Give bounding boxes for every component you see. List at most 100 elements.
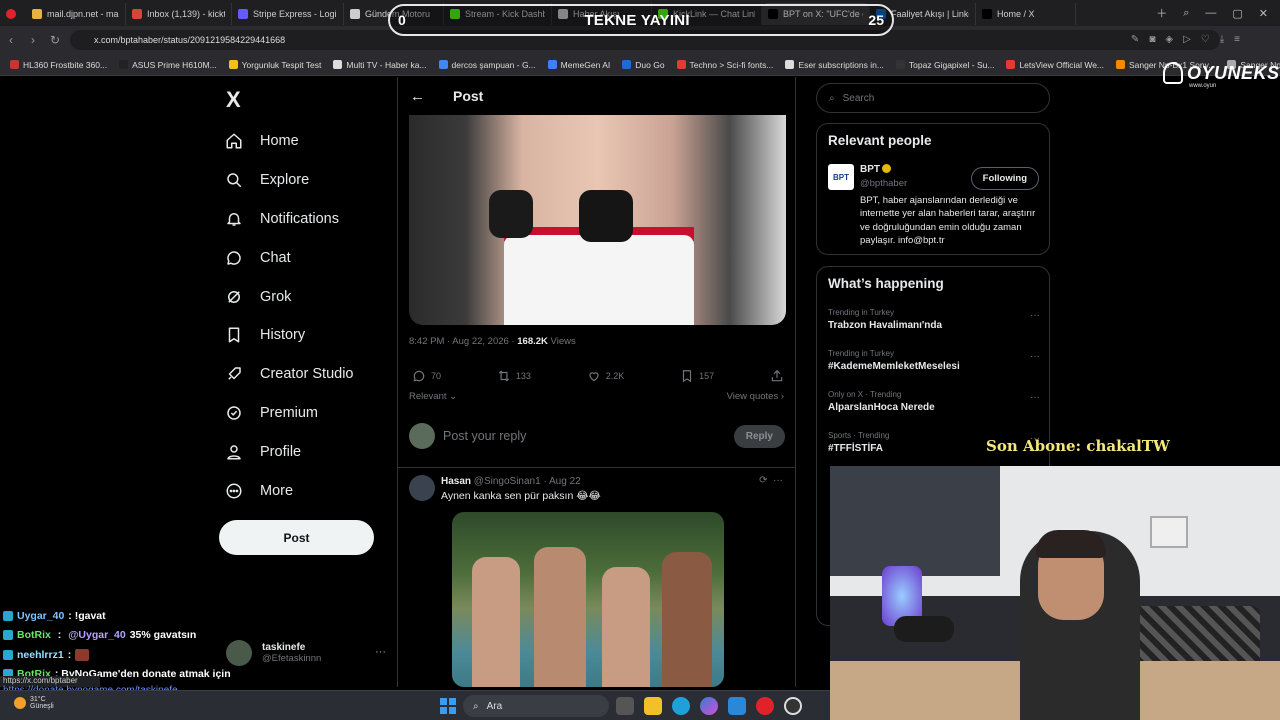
reply-input[interactable]: Post your reply — [443, 429, 726, 443]
person-bio: BPT, haber ajanslarından derlediği ve in… — [860, 195, 1036, 247]
taskbar-search[interactable]: ⌕ Ara — [463, 695, 609, 717]
weather-widget[interactable]: 31°C Güneşli — [14, 696, 54, 710]
windows-start-icon[interactable] — [440, 698, 456, 714]
bookmark-item[interactable]: Topaz Gigapixel - Su... — [892, 60, 999, 70]
nav-item-premium[interactable]: Premium — [224, 394, 354, 433]
more-dots-icon[interactable]: ··· — [1030, 392, 1040, 403]
close-window-button[interactable]: ✕ — [1259, 7, 1268, 20]
search-tabs-icon[interactable]: ⌕ — [1183, 7, 1189, 20]
nav-item-home[interactable]: Home — [224, 122, 354, 161]
glove-left — [489, 190, 533, 238]
bookmark-favicon-icon — [1116, 60, 1126, 69]
opera-icon[interactable] — [756, 697, 774, 715]
more-dots-icon[interactable]: ··· — [1030, 351, 1040, 362]
heart-icon[interactable]: ♡ — [1201, 34, 1210, 45]
bookmark-item[interactable]: Multi TV - Haber ka... — [329, 60, 430, 70]
nav-item-explore[interactable]: Explore — [224, 161, 354, 200]
card-title: What’s happening — [828, 276, 944, 291]
menu-icon[interactable]: ≡ — [1234, 34, 1240, 45]
nav-item-label: History — [260, 327, 306, 344]
bookmark-item[interactable]: HL360 Frostbite 360... — [6, 60, 111, 70]
bookmark-item[interactable]: Duo Go — [618, 60, 668, 70]
repost-action[interactable]: 133 — [497, 369, 531, 383]
bookmark-item[interactable]: Yorgunluk Tespit Test — [225, 60, 326, 70]
reply-action[interactable]: 70 — [412, 369, 441, 383]
reply-button[interactable]: Reply — [733, 424, 785, 448]
bookmark-action[interactable]: 157 — [680, 369, 714, 383]
nav-item-chat[interactable]: Chat — [224, 238, 354, 277]
camera-icon[interactable]: ◙ — [1149, 34, 1155, 45]
brand-name: OYUNEKS — [1187, 62, 1280, 83]
streamer-hair — [1036, 530, 1106, 558]
x-logo[interactable]: X — [226, 87, 241, 113]
trend-item[interactable]: Trending in Turkey #KademeMemleketMeseles… — [828, 349, 1040, 372]
divider — [398, 467, 796, 468]
nav-item-more[interactable]: More — [224, 471, 354, 510]
post-button[interactable]: Post — [219, 520, 374, 555]
download-icon[interactable]: ⤓ — [1220, 34, 1224, 45]
bookmark-item[interactable]: MemeGen AI — [544, 60, 615, 70]
bookmark-item[interactable]: Eser subscriptions in... — [781, 60, 888, 70]
following-button[interactable]: Following — [970, 167, 1039, 190]
post-media-image[interactable] — [409, 115, 786, 325]
trend-item[interactable]: Only on X · Trending AlparslanHoca Nerede… — [828, 390, 1040, 413]
file-explorer-icon[interactable] — [644, 697, 662, 715]
reply-options[interactable]: ⟳ ··· — [759, 475, 783, 486]
search-input[interactable]: ⌕ Search — [816, 83, 1050, 113]
bookmark-item[interactable]: ASUS Prime H610M... — [115, 60, 221, 70]
new-tab-plus-icon[interactable]: ＋ — [1156, 5, 1167, 21]
nav-item-profile[interactable]: Profile — [224, 432, 354, 471]
bookmark-item[interactable]: LetsView Official We... — [1002, 60, 1108, 70]
chat-message: BotRix : @Uygar_40 35% gavatsın — [0, 626, 400, 646]
reply-media-image[interactable] — [452, 512, 724, 687]
sort-dropdown[interactable]: Relevant ⌄ — [409, 391, 457, 402]
nav-item-grok[interactable]: Grok — [224, 277, 354, 316]
oyuneks-logo: OYUNEKS www.oyun — [1163, 62, 1280, 89]
bookmark-label: LetsView Official We... — [1019, 59, 1105, 70]
browser-menu-button[interactable] — [0, 3, 26, 25]
repost-count: 133 — [515, 371, 531, 381]
windows-taskbar: 31°C Güneşli ⌕ Ara — [0, 690, 830, 720]
bookmark-item[interactable]: dercos şampuan - G... — [435, 60, 540, 70]
bookmark-label: HL360 Frostbite 360... — [23, 59, 108, 70]
edge-icon[interactable] — [672, 697, 690, 715]
bpt-avatar[interactable]: BPT — [828, 164, 854, 190]
minimize-button[interactable]: — — [1205, 7, 1216, 19]
browser-tab[interactable]: mail.djpn.net - mail UI — [26, 3, 126, 25]
view-quotes-link[interactable]: View quotes › — [727, 391, 784, 402]
browser-tab[interactable]: Home / X — [976, 3, 1076, 25]
chat-separator: : — [54, 629, 65, 642]
nav-item-notifications[interactable]: Notifications — [224, 200, 354, 239]
nav-item-creator-studio[interactable]: Creator Studio — [224, 355, 354, 394]
nav-item-label: Notifications — [260, 210, 339, 227]
bookmark-label: dercos şampuan - G... — [451, 59, 536, 70]
chat-message: Uygar_40 : !gavat — [0, 606, 400, 626]
reload-icon[interactable]: ↻ — [44, 33, 66, 47]
browser-tab[interactable]: Stripe Express - Login — [232, 3, 344, 25]
bookmark-favicon-icon — [333, 60, 343, 69]
play-icon[interactable]: ▷ — [1183, 34, 1191, 45]
back-arrow-icon[interactable]: ‹ — [0, 33, 22, 47]
trend-item[interactable]: Trending in Turkey Trabzon Havalimanı'nda… — [828, 308, 1040, 331]
like-action[interactable]: 2.2K — [587, 369, 624, 383]
chat-emote-icon — [75, 648, 90, 661]
more-dots-icon[interactable]: ··· — [1030, 310, 1040, 321]
back-arrow-icon[interactable]: ← — [410, 88, 425, 105]
bookmark-item[interactable]: Techno > Sci-fi fonts... — [673, 60, 778, 70]
forward-arrow-icon[interactable]: › — [22, 33, 44, 47]
copilot-icon[interactable] — [700, 697, 718, 715]
nav-item-history[interactable]: History — [224, 316, 354, 355]
browser-tab[interactable]: Inbox (1,139) - kicktaskin — [126, 3, 232, 25]
obs-icon[interactable] — [784, 697, 802, 715]
share-action[interactable] — [770, 369, 784, 383]
task-view-icon[interactable] — [616, 697, 634, 715]
person-name[interactable]: BPT — [860, 164, 891, 175]
bookmark-favicon-icon — [676, 60, 686, 69]
nav-item-label: Explore — [260, 172, 310, 189]
wall-frame — [1150, 516, 1188, 548]
shield-icon[interactable]: ◈ — [1165, 34, 1173, 45]
maximize-button[interactable]: ▢ — [1232, 7, 1242, 20]
store-icon[interactable] — [728, 697, 746, 715]
edit-icon[interactable]: ✎ — [1131, 34, 1139, 45]
post-timestamp: 8:42 PM · Aug 22, 2026 · — [409, 336, 518, 347]
